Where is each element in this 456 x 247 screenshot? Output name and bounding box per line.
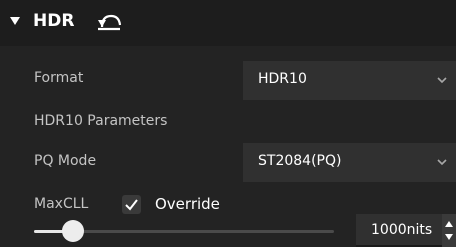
params-label: HDR10 Parameters <box>34 113 168 129</box>
maxcll-label: MaxCLL <box>34 196 89 212</box>
format-dropdown[interactable]: HDR10 <box>243 61 456 100</box>
pq-mode-dropdown[interactable]: ST2084(PQ) <box>243 143 456 182</box>
chevron-down-icon <box>437 159 447 166</box>
spin-up-icon[interactable] <box>445 221 453 227</box>
section-title: HDR <box>33 11 75 31</box>
triangle-down-icon[interactable] <box>8 14 22 28</box>
format-value: HDR10 <box>258 71 307 87</box>
override-label[interactable]: Override <box>155 195 220 213</box>
checkmark-icon <box>125 199 138 211</box>
undo-icon[interactable] <box>96 10 122 32</box>
pq-mode-value: ST2084(PQ) <box>258 153 342 169</box>
spin-arrows[interactable] <box>442 214 456 247</box>
maxcll-slider-thumb[interactable] <box>62 220 84 242</box>
override-checkbox[interactable] <box>122 195 141 214</box>
format-label: Format <box>34 70 84 86</box>
hdr-section-header[interactable]: HDR <box>0 0 456 46</box>
hdr-panel: HDR Format HDR10 HDR10 Parameters PQ Mod… <box>0 0 456 247</box>
pq-mode-label: PQ Mode <box>34 153 97 169</box>
spin-down-icon[interactable] <box>445 234 453 240</box>
maxcll-value[interactable]: 1000nits <box>371 222 432 238</box>
maxcll-spinbox[interactable]: 1000nits <box>356 214 456 247</box>
chevron-down-icon <box>437 77 447 84</box>
